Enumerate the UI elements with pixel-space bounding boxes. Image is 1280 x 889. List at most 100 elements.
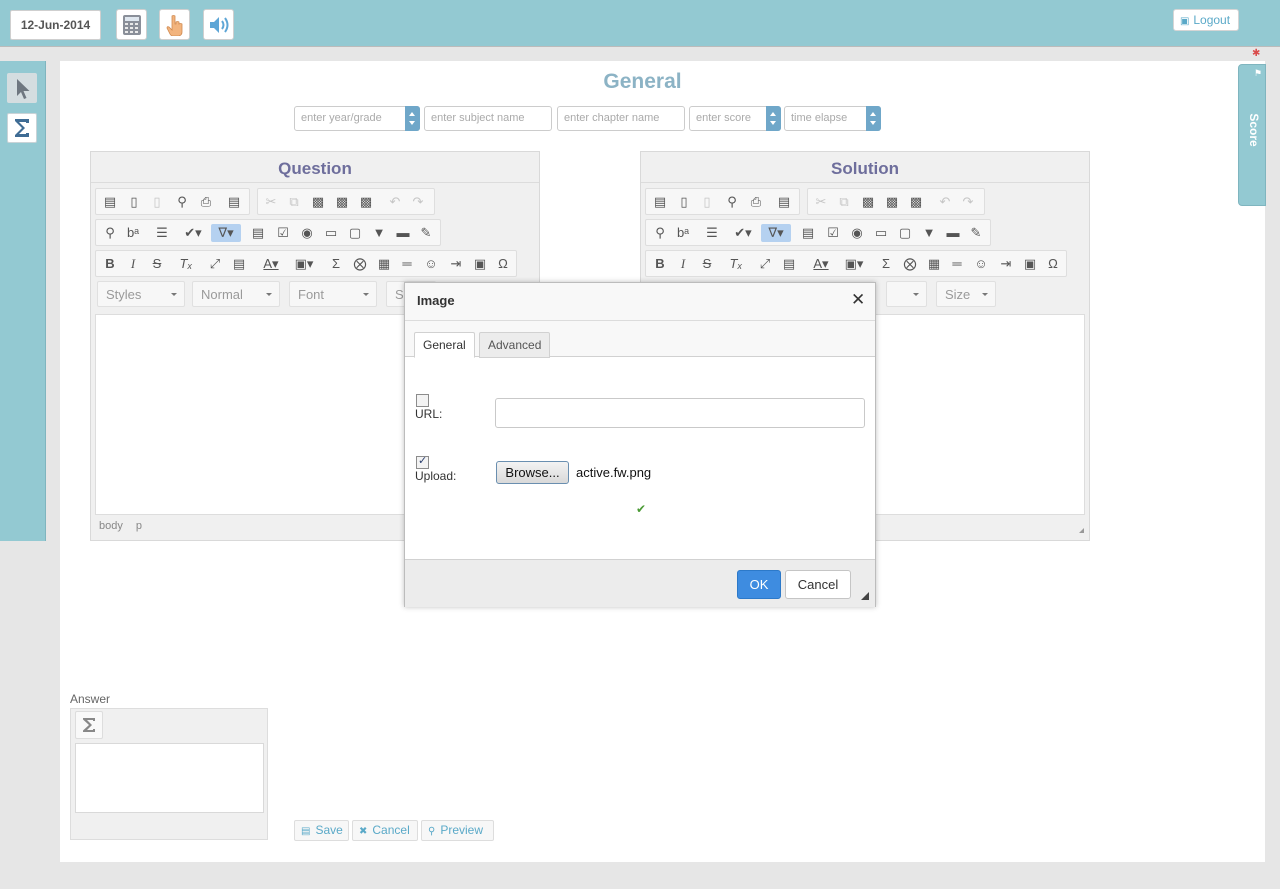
- smiley-icon[interactable]: ☺: [422, 255, 440, 273]
- sum-icon[interactable]: Σ: [327, 255, 345, 273]
- form-icon[interactable]: ▤: [249, 224, 267, 242]
- paste-text-icon[interactable]: ▩: [333, 193, 351, 211]
- preview-button[interactable]: ⚲ Preview: [421, 820, 494, 841]
- copy-icon[interactable]: ⧉: [835, 193, 853, 211]
- print-icon[interactable]: ⎙: [747, 193, 765, 211]
- redo-icon[interactable]: ↷: [409, 193, 427, 211]
- sigma-tool-button[interactable]: [7, 113, 37, 143]
- select-all-icon[interactable]: ☰: [153, 224, 171, 242]
- pin-icon[interactable]: ✱: [1252, 48, 1260, 59]
- tab-advanced[interactable]: Advanced: [479, 332, 551, 358]
- bold-icon[interactable]: B: [651, 255, 669, 273]
- select-field-icon[interactable]: ▼: [370, 224, 388, 242]
- image-icon[interactable]: ▣: [1021, 255, 1039, 273]
- time-spinner[interactable]: [866, 106, 881, 131]
- path-p[interactable]: p: [136, 520, 142, 532]
- text-color-icon[interactable]: A▾: [808, 255, 834, 273]
- table-icon[interactable]: ▦: [375, 255, 393, 273]
- resize-handle-icon[interactable]: [861, 592, 869, 600]
- bg-color-icon[interactable]: ▣▾: [841, 255, 867, 273]
- replace-icon[interactable]: bᵃ: [674, 224, 692, 242]
- radio-icon[interactable]: ◉: [298, 224, 316, 242]
- italic-icon[interactable]: I: [124, 255, 142, 273]
- textarea-icon[interactable]: ▢: [346, 224, 364, 242]
- score-tab[interactable]: ⚑ Score: [1238, 64, 1266, 206]
- paste-icon[interactable]: ▩: [859, 193, 877, 211]
- remove-format-icon[interactable]: ∇▾: [211, 224, 241, 242]
- select-field-icon[interactable]: ▼: [920, 224, 938, 242]
- cut-icon[interactable]: ✂: [812, 193, 830, 211]
- styles-dropdown[interactable]: Styles: [97, 281, 185, 307]
- url-checkbox[interactable]: [416, 394, 429, 407]
- close-icon[interactable]: ✕: [851, 290, 865, 310]
- bg-color-icon[interactable]: ▣▾: [291, 255, 317, 273]
- dialog-cancel-button[interactable]: Cancel: [785, 570, 851, 599]
- smiley-icon[interactable]: ☺: [972, 255, 990, 273]
- resize-handle-icon[interactable]: [1079, 528, 1084, 533]
- horizontal-rule-icon[interactable]: ═: [948, 255, 966, 273]
- replace-icon[interactable]: bᵃ: [124, 224, 142, 242]
- sum-icon[interactable]: Σ: [877, 255, 895, 273]
- find-icon[interactable]: ⚲: [651, 224, 669, 242]
- save-button[interactable]: ▤ Save: [294, 820, 349, 841]
- page-break-icon[interactable]: ⇥: [447, 255, 465, 273]
- remove-format-icon[interactable]: ∇▾: [761, 224, 791, 242]
- textfield-icon[interactable]: ▭: [872, 224, 890, 242]
- select-all-icon[interactable]: ☰: [703, 224, 721, 242]
- hand-pointer-button[interactable]: [159, 9, 190, 40]
- undo-icon[interactable]: ↶: [936, 193, 954, 211]
- spellcheck-icon[interactable]: ✔▾: [180, 224, 206, 242]
- textfield-icon[interactable]: ▭: [322, 224, 340, 242]
- maximize-icon[interactable]: ⤢: [756, 255, 774, 273]
- document-icon[interactable]: ▤: [225, 193, 243, 211]
- table-icon[interactable]: ▦: [925, 255, 943, 273]
- special-char-icon[interactable]: Ω: [494, 255, 512, 273]
- new-page-icon[interactable]: ▯: [125, 193, 143, 211]
- answer-sigma-button[interactable]: [75, 711, 103, 739]
- ok-button[interactable]: OK: [737, 570, 781, 599]
- url-input[interactable]: [495, 398, 865, 428]
- strike-icon[interactable]: S: [148, 255, 166, 273]
- link-icon[interactable]: ⨂: [351, 255, 369, 273]
- time-elapse-input[interactable]: time elapse: [784, 106, 881, 131]
- page-break-icon[interactable]: ⇥: [997, 255, 1015, 273]
- answer-input[interactable]: [75, 743, 264, 813]
- button-field-icon[interactable]: ▬: [944, 224, 962, 242]
- spellcheck-icon[interactable]: ✔▾: [730, 224, 756, 242]
- redo-icon[interactable]: ↷: [959, 193, 977, 211]
- calculator-button[interactable]: [116, 9, 147, 40]
- logout-button[interactable]: ▣ Logout: [1173, 9, 1239, 31]
- path-body[interactable]: body: [99, 520, 123, 532]
- link-icon[interactable]: ⨂: [901, 255, 919, 273]
- pointer-tool-button[interactable]: [7, 73, 37, 103]
- show-blocks-icon[interactable]: ▤: [230, 255, 248, 273]
- upload-checkbox[interactable]: [416, 454, 429, 469]
- form-icon[interactable]: ▤: [799, 224, 817, 242]
- clear-format-icon[interactable]: Tₓ: [727, 255, 745, 273]
- preview-icon[interactable]: ⚲: [173, 193, 191, 211]
- maximize-icon[interactable]: ⤢: [206, 255, 224, 273]
- score-spinner[interactable]: [766, 106, 781, 131]
- browse-button[interactable]: Browse...: [496, 461, 569, 484]
- italic-icon[interactable]: I: [674, 255, 692, 273]
- paste-word-icon[interactable]: ▩: [357, 193, 375, 211]
- templates-icon[interactable]: ▯: [148, 193, 166, 211]
- new-page-icon[interactable]: ▯: [675, 193, 693, 211]
- templates-icon[interactable]: ▯: [698, 193, 716, 211]
- paste-text-icon[interactable]: ▩: [883, 193, 901, 211]
- print-icon[interactable]: ⎙: [197, 193, 215, 211]
- horizontal-rule-icon[interactable]: ═: [398, 255, 416, 273]
- preview-icon[interactable]: ⚲: [723, 193, 741, 211]
- special-char-icon[interactable]: Ω: [1044, 255, 1062, 273]
- chapter-input[interactable]: enter chapter name: [557, 106, 685, 131]
- document-icon[interactable]: ▤: [775, 193, 793, 211]
- clear-format-icon[interactable]: Tₓ: [177, 255, 195, 273]
- tab-general[interactable]: General: [414, 332, 475, 358]
- image-icon[interactable]: ▣: [471, 255, 489, 273]
- year-grade-input[interactable]: enter year/grade: [294, 106, 420, 131]
- copy-icon[interactable]: ⧉: [285, 193, 303, 211]
- checkbox-icon[interactable]: ☑: [274, 224, 292, 242]
- textarea-icon[interactable]: ▢: [896, 224, 914, 242]
- text-color-icon[interactable]: A▾: [258, 255, 284, 273]
- save-icon[interactable]: ▤: [651, 193, 669, 211]
